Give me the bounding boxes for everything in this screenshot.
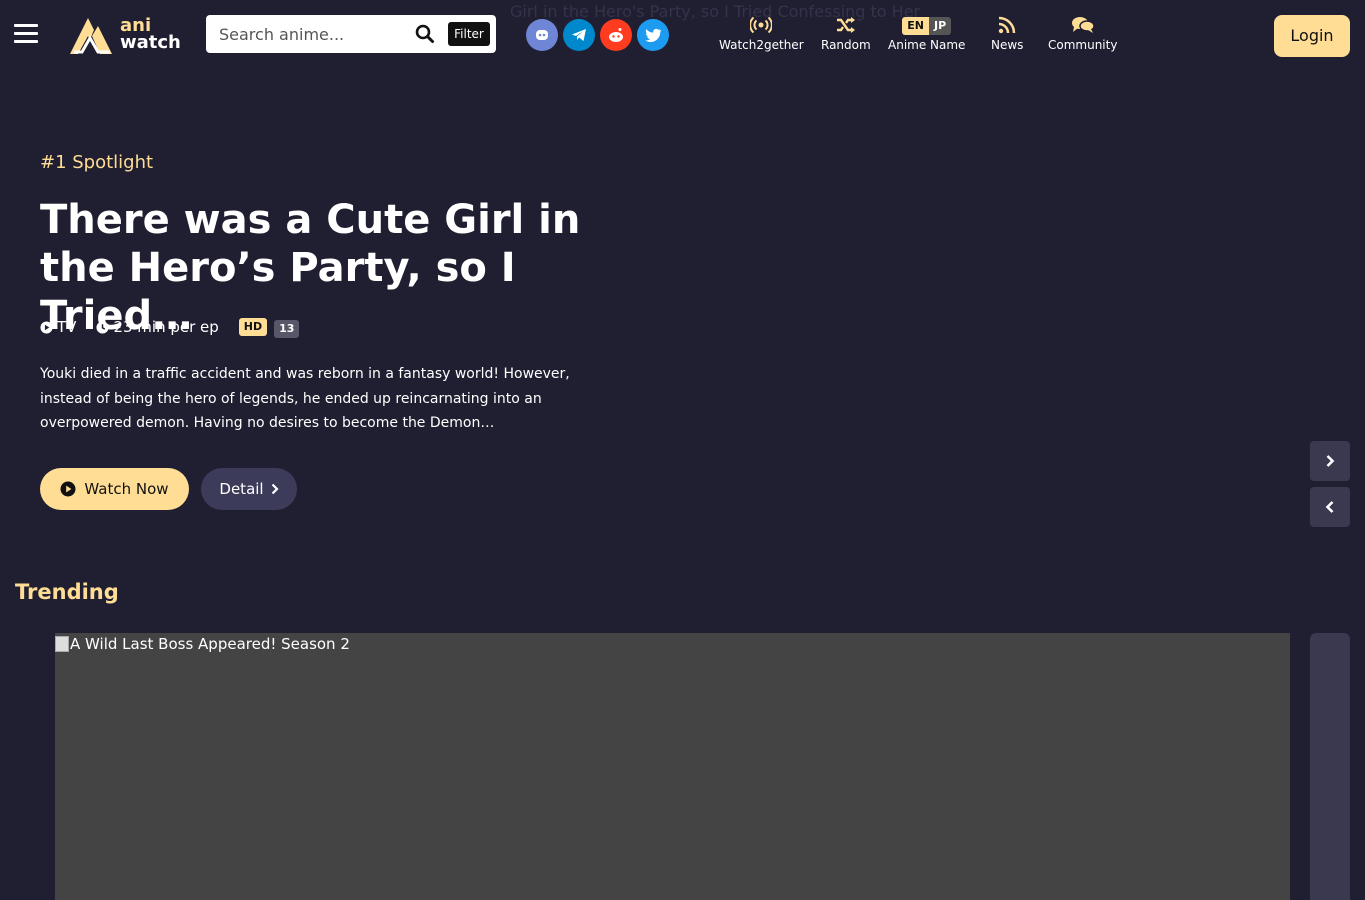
nav-news[interactable]: News [991, 14, 1023, 52]
nav-random[interactable]: Random [821, 14, 871, 52]
trending-title: Trending [15, 580, 119, 604]
detail-button[interactable]: Detail [201, 468, 297, 510]
spotlight-meta: TV 23 min per ep HD 13 [40, 316, 300, 338]
nav-community[interactable]: Community [1048, 14, 1117, 52]
nav-watch2gether[interactable]: Watch2gether [719, 14, 804, 52]
search-box: Filter [206, 15, 496, 53]
episode-count-badge: 13 [274, 320, 300, 338]
twitter-link[interactable] [637, 19, 669, 51]
chevron-left-icon [1325, 501, 1334, 513]
logo[interactable]: ani watch [66, 14, 186, 58]
trending-next-button[interactable] [1310, 633, 1350, 900]
search-input[interactable] [206, 15, 411, 53]
nav-anime-name-label: Anime Name [888, 38, 966, 52]
header: Girl in the Hero's Party, so I Tried Con… [0, 0, 1365, 70]
clock-icon [96, 320, 109, 334]
nav-watch2gether-label: Watch2gether [719, 38, 804, 52]
reddit-icon [609, 28, 623, 42]
trending-card-image: A Wild Last Boss Appeared! Season 2 [55, 635, 350, 653]
spotlight-next-button[interactable] [1310, 441, 1350, 481]
play-circle-icon [60, 481, 76, 497]
chevron-right-icon [1326, 455, 1335, 467]
broken-image-icon [55, 636, 69, 652]
discord-icon [536, 30, 548, 40]
type-label: TV [57, 318, 77, 336]
lang-jp[interactable]: JP [929, 17, 952, 35]
logo-mark-icon [70, 18, 112, 54]
nav-news-label: News [991, 38, 1024, 52]
watch-now-label: Watch Now [84, 480, 169, 498]
telegram-icon [572, 29, 586, 41]
rss-icon [999, 16, 1016, 34]
quality-badge: HD [238, 318, 268, 336]
broadcast-icon [750, 16, 773, 34]
twitter-icon [645, 28, 662, 42]
trending-card[interactable]: A Wild Last Boss Appeared! Season 2 [55, 633, 1290, 900]
duration-info: 23 min per ep [96, 318, 219, 336]
chevron-right-icon [271, 483, 279, 495]
duration-label: 23 min per ep [113, 318, 219, 336]
nav-community-label: Community [1048, 38, 1118, 52]
nav-anime-name[interactable]: EN JP Anime Name [888, 14, 965, 52]
nav-random-label: Random [821, 38, 871, 52]
trending-card-alt: A Wild Last Boss Appeared! Season 2 [70, 635, 350, 653]
shuffle-icon [836, 17, 855, 33]
detail-label: Detail [219, 480, 264, 498]
login-button[interactable]: Login [1274, 15, 1350, 57]
lang-en[interactable]: EN [902, 17, 929, 35]
spotlight-description: Youki died in a traffic accident and was… [40, 366, 570, 431]
reddit-link[interactable] [600, 19, 632, 51]
menu-button[interactable] [14, 24, 38, 44]
search-icon[interactable] [415, 24, 435, 44]
logo-line2: watch [120, 32, 181, 53]
watch-now-button[interactable]: Watch Now [40, 468, 189, 510]
logo-text: ani watch [120, 17, 181, 53]
discord-link[interactable] [526, 19, 558, 51]
telegram-link[interactable] [563, 19, 595, 51]
spotlight-prev-button[interactable] [1310, 487, 1350, 527]
language-toggle[interactable]: EN JP [902, 17, 952, 35]
spotlight-rank: #1 Spotlight [40, 152, 154, 173]
play-circle-icon [40, 320, 53, 334]
comments-icon [1071, 17, 1095, 33]
type-info: TV [40, 318, 76, 336]
filter-button[interactable]: Filter [448, 22, 490, 46]
